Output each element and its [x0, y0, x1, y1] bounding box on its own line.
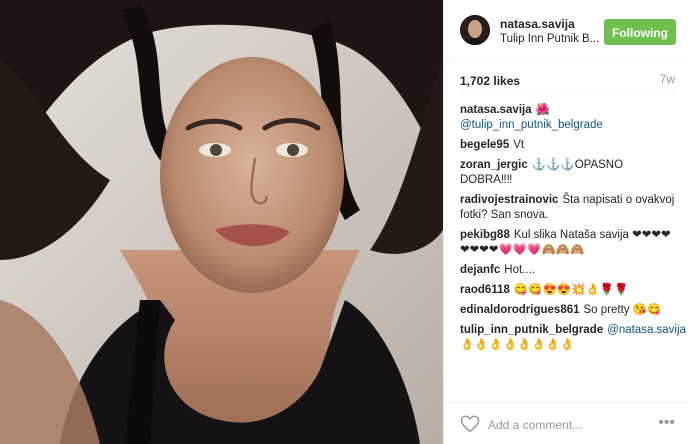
post-photo[interactable] — [0, 0, 443, 444]
likes-row: 1,702 likes 7w — [460, 72, 675, 92]
comment-item: radivojestrainovic Šta napisati o ovakvoj… — [460, 193, 675, 223]
more-dots-icon[interactable]: ••• — [658, 415, 675, 431]
comment-text: 👌👌👌👌👌👌👌👌 — [460, 339, 575, 351]
comment-text: Hot.... — [504, 264, 535, 276]
post-details-panel: natasa.savija Tulip Inn Putnik B... Foll… — [443, 0, 688, 444]
comment-item: tulip_inn_putnik_belgrade @natasa.savija … — [460, 323, 686, 353]
comment-item: dejanfc Hot.... — [460, 263, 675, 278]
post-view: natasa.savija Tulip Inn Putnik B... Foll… — [0, 0, 688, 444]
profile-avatar[interactable] — [460, 15, 490, 45]
comment-username[interactable]: dejanfc — [460, 264, 500, 276]
caption-username[interactable]: natasa.savija — [460, 104, 532, 116]
following-button[interactable]: Following — [604, 19, 676, 45]
comment-item: begele95 Vt — [460, 138, 675, 153]
comment-username[interactable]: tulip_inn_putnik_belgrade — [460, 324, 603, 336]
comment-item: raod6118 😋😋😍😍💥👌🌹🌹 — [460, 283, 675, 298]
comment-list: natasa.savija 🌺 @tulip_inn_putnik_belgrad… — [460, 103, 686, 358]
comment-username[interactable]: radivojestrainovic — [460, 194, 558, 206]
add-comment-bar: ••• — [444, 402, 688, 444]
header-username[interactable]: natasa.savija — [500, 17, 600, 31]
caption-emoji: 🌺 — [535, 104, 551, 116]
avatar-image — [460, 15, 490, 45]
comment-item: pekibg88 Kul slika Nataša savija ❤❤❤❤❤❤❤❤… — [460, 228, 675, 258]
location-link[interactable]: Tulip Inn Putnik B... — [500, 31, 600, 47]
comment-text: Vt — [513, 139, 525, 151]
comment-username[interactable]: pekibg88 — [460, 229, 510, 241]
post-time[interactable]: 7w — [660, 72, 675, 86]
heart-outline-icon[interactable] — [460, 415, 480, 433]
comment-text: 😋😋😍😍💥👌🌹🌹 — [513, 284, 629, 296]
comment-username[interactable]: raod6118 — [460, 284, 510, 296]
comment-username[interactable]: edinaldorodrigues861 — [460, 304, 580, 316]
caption-mention[interactable]: @tulip_inn_putnik_belgrade — [460, 119, 603, 131]
user-block: natasa.savija Tulip Inn Putnik B... — [500, 17, 600, 47]
add-comment-input[interactable] — [486, 414, 650, 436]
selfie-image — [0, 0, 443, 444]
comment-username[interactable]: begele95 — [460, 139, 509, 151]
comment-item: edinaldorodrigues861 So pretty 😘😋 — [460, 303, 675, 318]
divider — [460, 92, 675, 93]
comment-item: zoran_jergic ⚓⚓⚓OPASNO DOBRA‼‼ — [460, 158, 675, 188]
post-header: natasa.savija Tulip Inn Putnik B... Foll… — [444, 0, 688, 60]
comment-text: So pretty 😘😋 — [583, 304, 662, 316]
comment-mention[interactable]: @natasa.savija — [607, 324, 686, 336]
like-count[interactable]: 1,702 likes — [460, 74, 520, 88]
caption: natasa.savija 🌺 @tulip_inn_putnik_belgrad… — [460, 103, 675, 133]
comment-username[interactable]: zoran_jergic — [460, 159, 528, 171]
